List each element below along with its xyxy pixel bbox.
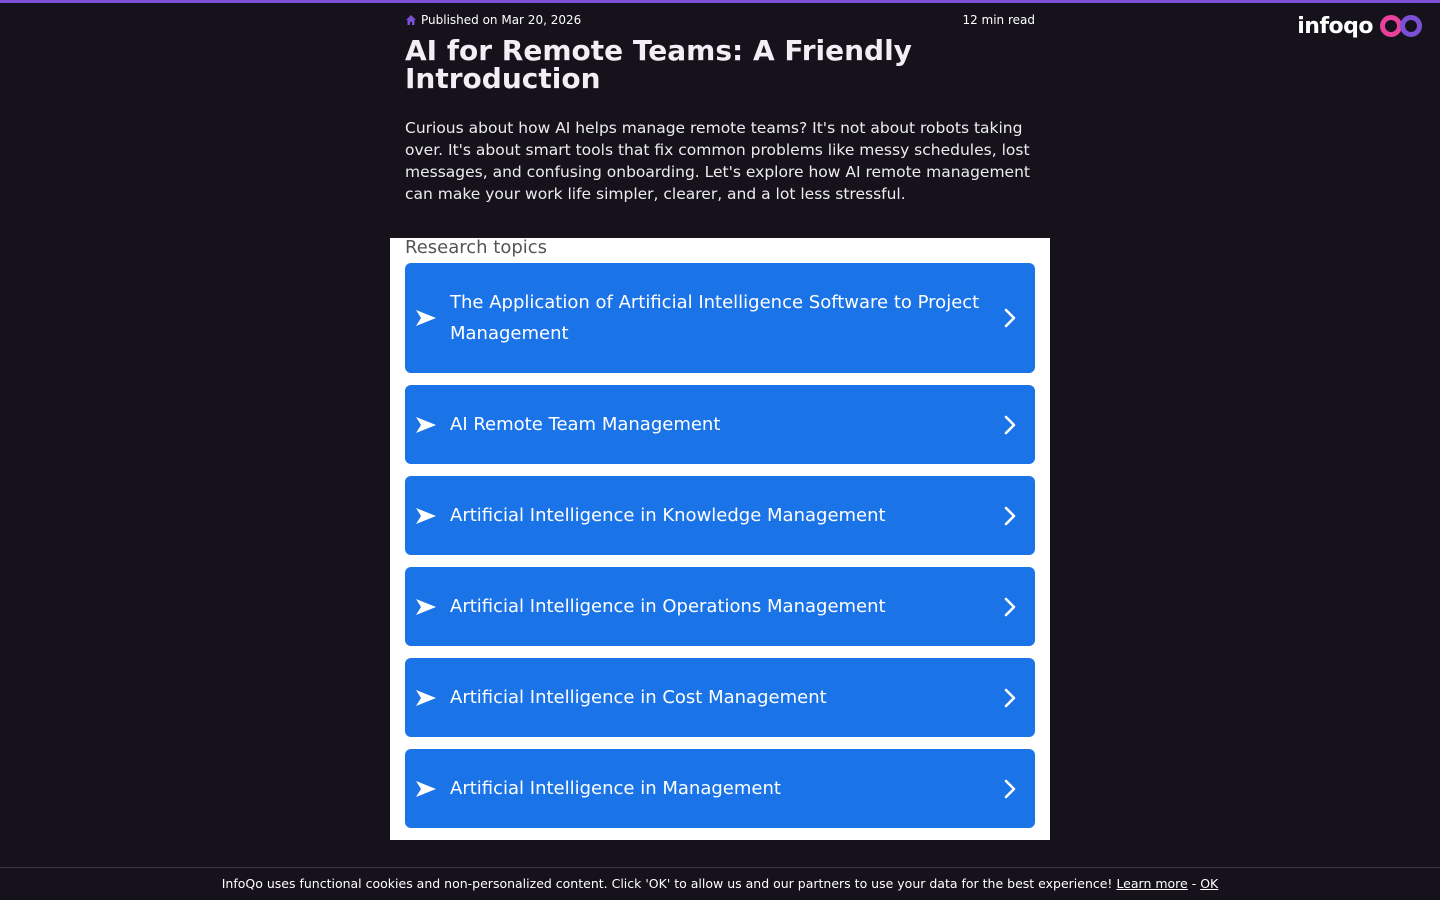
top-accent-bar	[0, 0, 1440, 3]
topic-card[interactable]: AI Remote Team Management	[405, 385, 1035, 464]
arrow-right-icon	[416, 598, 436, 615]
topic-card[interactable]: Artificial Intelligence in Cost Manageme…	[405, 658, 1035, 737]
chevron-right-icon	[1004, 415, 1016, 434]
cookie-ok-button[interactable]: OK	[1200, 876, 1218, 891]
published-info: Published on Mar 20, 2026	[405, 13, 581, 27]
cookie-message: InfoQo uses functional cookies and non-p…	[221, 876, 1113, 891]
article-meta: Published on Mar 20, 2026 12 min read	[405, 13, 1035, 29]
cookie-separator: -	[1191, 876, 1197, 891]
read-time: 12 min read	[962, 13, 1035, 27]
site-logo[interactable]: infoqo	[1297, 12, 1425, 40]
published-date: Published on Mar 20, 2026	[421, 13, 582, 27]
arrow-right-icon	[416, 416, 436, 433]
chevron-right-icon	[1004, 779, 1016, 798]
learn-more-link[interactable]: Learn more	[1116, 876, 1187, 891]
topic-card[interactable]: The Application of Artificial Intelligen…	[405, 263, 1035, 373]
arrow-right-icon	[416, 310, 436, 326]
topic-label: The Application of Artificial Intelligen…	[450, 292, 980, 344]
home-icon	[406, 15, 416, 25]
arrow-right-icon	[416, 689, 436, 706]
topic-label: Artificial Intelligence in Management	[450, 778, 781, 799]
research-topics-panel: Research topics The Application of Artif…	[390, 238, 1050, 840]
cookie-banner: InfoQo uses functional cookies and non-p…	[0, 867, 1440, 900]
arrow-right-icon	[416, 507, 436, 524]
topic-card[interactable]: Artificial Intelligence in Operations Ma…	[405, 567, 1035, 646]
arrow-right-icon	[416, 780, 436, 797]
topic-card[interactable]: Artificial Intelligence in Management	[405, 749, 1035, 828]
article-title: AI for Remote Teams: A Friendly Introduc…	[405, 34, 912, 95]
chevron-right-icon	[1004, 597, 1016, 616]
research-topics-heading: Research topics	[405, 237, 548, 258]
topic-label: Artificial Intelligence in Knowledge Man…	[450, 505, 886, 526]
chevron-right-icon	[1004, 688, 1016, 707]
topic-label: Artificial Intelligence in Operations Ma…	[450, 596, 886, 617]
logo-text: infoqo	[1297, 13, 1373, 39]
topic-label: Artificial Intelligence in Cost Manageme…	[450, 687, 827, 708]
chevron-right-icon	[1004, 506, 1016, 525]
topic-label: AI Remote Team Management	[450, 414, 721, 435]
article-intro: Curious about how AI helps manage remote…	[405, 119, 1030, 203]
topic-card[interactable]: Artificial Intelligence in Knowledge Man…	[405, 476, 1035, 555]
chevron-right-icon	[1004, 308, 1016, 328]
logo-mark-icon	[1380, 15, 1422, 37]
